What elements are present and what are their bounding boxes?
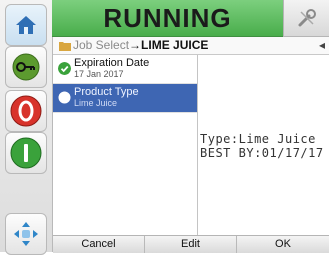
status-bar: RUNNING [52,0,283,37]
folder-icon [59,42,71,51]
breadcrumb: Job Select → LIME JUICE ◂ [53,37,329,55]
list-item-title: Product Type [74,86,139,98]
bottom-button-bar: Cancel Edit OK [53,235,329,253]
login-key-button[interactable] [5,46,47,88]
start-power-icon [10,137,42,169]
home-button[interactable] [5,4,47,46]
list-item-expiration-date[interactable]: Expiration Date 17 Jan 2017 [53,55,197,84]
printer-screen: RUNNING Job Select → LIME JUICE ◂ Expira… [0,0,329,255]
breadcrumb-separator: → [129,38,142,52]
list-item-subtitle: Lime Juice [74,98,118,108]
edit-button[interactable]: Edit [145,236,237,253]
left-rail [0,0,53,255]
cancel-button[interactable]: Cancel [53,236,145,253]
stop-printer-button[interactable] [5,90,47,132]
list-item-subtitle: 17 Jan 2017 [74,69,124,79]
start-printer-button[interactable] [5,132,47,174]
list-item-title: Expiration Date [74,57,150,69]
tools-button[interactable] [283,0,329,37]
stop-power-icon [10,95,42,127]
status-text: RUNNING [103,2,232,33]
four-way-arrows-icon [14,222,38,246]
breadcrumb-nav-arrow[interactable]: ◂ [319,37,325,54]
wrench-icon [298,9,316,27]
preview-line-type: Type:Lime Juice [200,132,316,146]
preview-line-best-by: BEST BY:01/17/17 [200,146,324,160]
breadcrumb-parent[interactable]: Job Select [73,37,129,54]
navigation-button[interactable] [5,213,47,255]
list-item-product-type[interactable]: Product Type Lime Juice [53,84,197,113]
label-preview: Type:Lime Juice BEST BY:01/17/17 [198,55,329,235]
white-dot-icon [58,91,71,104]
field-list: Expiration Date 17 Jan 2017 Product Type… [53,55,198,235]
green-check-icon [58,62,71,75]
key-icon [12,53,40,81]
home-icon [16,16,36,34]
breadcrumb-current: LIME JUICE [141,38,209,52]
ok-button[interactable]: OK [237,236,329,253]
